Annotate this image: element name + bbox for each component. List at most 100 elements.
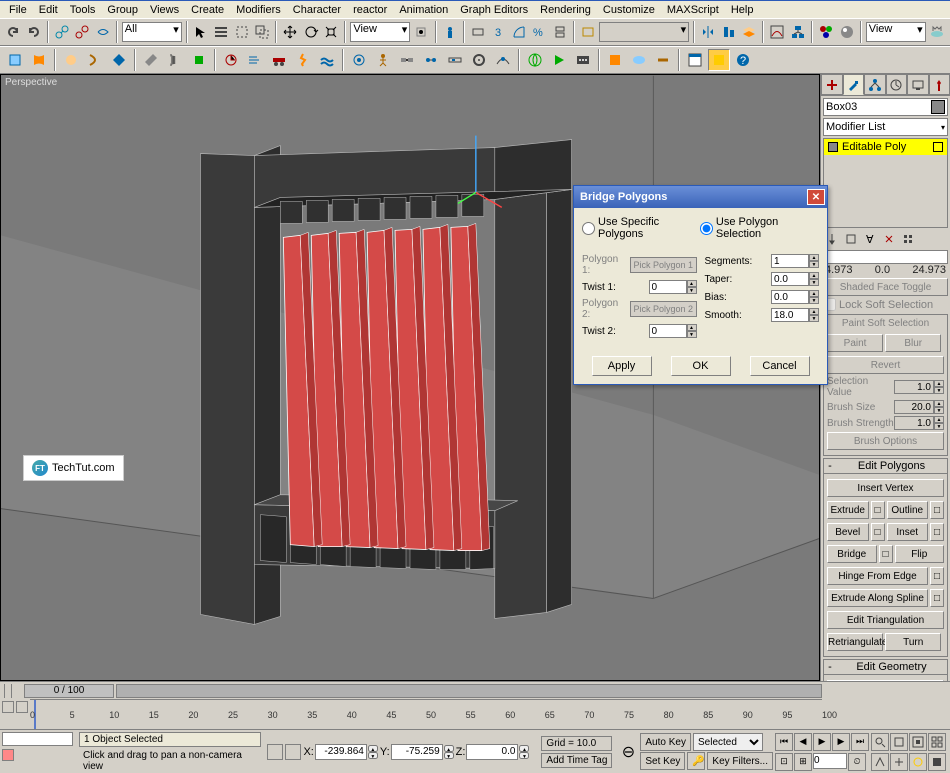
play-btn[interactable]: ▶ <box>813 733 831 751</box>
absolute-relative-icon[interactable] <box>285 744 301 760</box>
wind-btn[interactable] <box>244 49 266 71</box>
bevel-settings-btn[interactable]: □ <box>871 523 885 541</box>
zoom-extents-btn[interactable] <box>909 733 927 751</box>
twist1-input[interactable] <box>649 280 687 294</box>
curve-icon[interactable] <box>16 701 28 713</box>
paint-btn[interactable]: Paint <box>827 334 883 352</box>
time-track[interactable] <box>116 684 822 698</box>
menu-modifiers[interactable]: Modifiers <box>231 3 286 17</box>
modifier-editable-poly[interactable]: Editable Poly <box>824 139 947 155</box>
extrude-spline-btn[interactable]: Extrude Along Spline <box>827 589 928 607</box>
select-region-btn[interactable] <box>233 21 251 43</box>
listener-icon[interactable] <box>2 749 14 761</box>
arc-rotate-btn[interactable] <box>909 753 927 771</box>
menu-customize[interactable]: Customize <box>598 3 660 17</box>
rope-collection-btn[interactable] <box>84 49 106 71</box>
menu-tools[interactable]: Tools <box>65 3 101 17</box>
zoom-all-btn[interactable] <box>890 733 908 751</box>
menu-character[interactable]: Character <box>288 3 346 17</box>
segments-input[interactable] <box>771 254 809 268</box>
repeat-last-btn[interactable]: Repeat Last <box>827 680 944 681</box>
spinner-down[interactable]: ▼ <box>809 315 819 322</box>
create-tab[interactable] <box>821 74 843 95</box>
move-btn[interactable] <box>281 21 299 43</box>
inset-btn[interactable]: Inset <box>887 523 929 541</box>
spinner-snap-btn[interactable] <box>550 21 568 43</box>
menu-views[interactable]: Views <box>145 3 184 17</box>
zoom-extents-all-btn[interactable] <box>928 733 946 751</box>
track-view-icon[interactable] <box>2 701 14 713</box>
retriangulate-btn[interactable]: Retriangulate <box>827 633 883 651</box>
menu-maxscript[interactable]: MAXScript <box>662 3 724 17</box>
bevel-btn[interactable]: Bevel <box>827 523 869 541</box>
link-btn[interactable] <box>53 21 71 43</box>
lock-soft-checkbox[interactable]: Lock Soft Selection <box>823 298 948 311</box>
remove-mod-btn[interactable] <box>880 230 898 248</box>
spinner-up[interactable]: ▲ <box>934 400 944 407</box>
spinner-up[interactable]: ▲ <box>809 272 819 279</box>
apply-button[interactable]: Apply <box>592 356 652 376</box>
z-coord-input[interactable] <box>466 744 518 760</box>
object-name-field[interactable]: Box03 <box>823 98 948 116</box>
utilities-tab[interactable] <box>929 74 950 95</box>
spinner-up[interactable]: ▲ <box>687 324 697 331</box>
next-frame-btn[interactable]: ▶ <box>832 733 850 751</box>
quick-render-btn[interactable] <box>928 21 946 43</box>
pick-polygon2-btn[interactable]: Pick Polygon 2 <box>630 301 696 317</box>
menu-graph-editors[interactable]: Graph Editors <box>455 3 533 17</box>
key-mode-btn[interactable]: ⊡ <box>775 753 793 771</box>
edit-tri-btn[interactable]: Edit Triangulation <box>827 611 944 629</box>
show-end-result-btn[interactable] <box>842 230 860 248</box>
utilities-btn[interactable] <box>708 49 730 71</box>
insert-vertex-btn[interactable]: Insert Vertex <box>827 479 944 497</box>
auto-key-btn[interactable]: Auto Key <box>640 733 691 751</box>
brush-options-btn[interactable]: Brush Options <box>827 432 944 450</box>
spinner-up[interactable]: ▲ <box>368 745 378 752</box>
render-type[interactable]: View ▾ <box>866 22 926 42</box>
cloth-collection-btn[interactable] <box>28 49 50 71</box>
outline-settings-btn[interactable]: □ <box>930 501 944 519</box>
frame-input[interactable] <box>813 753 847 769</box>
x-coord-input[interactable] <box>315 744 367 760</box>
mirror-btn[interactable] <box>699 21 717 43</box>
extrude-btn[interactable]: Extrude <box>827 501 869 519</box>
water-btn[interactable] <box>316 49 338 71</box>
lock-icon[interactable]: ⊖ <box>618 736 638 768</box>
key-icon[interactable]: 🔑 <box>687 752 705 770</box>
lsd-btn[interactable] <box>188 49 210 71</box>
open-editor-btn[interactable] <box>684 49 706 71</box>
goto-end-btn[interactable]: ⏭ <box>851 733 869 751</box>
outline-btn[interactable]: Outline <box>887 501 929 519</box>
flip-btn[interactable]: Flip <box>895 545 945 563</box>
dm-collection-btn[interactable] <box>108 49 130 71</box>
bridge-settings-btn[interactable]: □ <box>879 545 893 563</box>
undo-btn[interactable] <box>4 21 22 43</box>
extrude-spline-settings-btn[interactable]: □ <box>930 589 944 607</box>
pan-btn[interactable] <box>890 753 908 771</box>
apply-rope-btn[interactable] <box>652 49 674 71</box>
spinner-up[interactable]: ▲ <box>444 745 454 752</box>
brush-size-input[interactable] <box>894 400 934 414</box>
scale-btn[interactable] <box>322 21 340 43</box>
create-anim-btn[interactable] <box>572 49 594 71</box>
select-by-name-btn[interactable] <box>212 21 230 43</box>
spinner-up[interactable]: ▲ <box>809 290 819 297</box>
bias-input[interactable] <box>771 290 809 304</box>
prismatic-btn[interactable] <box>444 49 466 71</box>
rotate-btn[interactable] <box>302 21 320 43</box>
modifier-list-dropdown[interactable]: Modifier List▾ <box>823 118 948 136</box>
percent-snap-btn[interactable]: % <box>530 21 548 43</box>
menu-group[interactable]: Group <box>102 3 143 17</box>
modifier-stack[interactable]: Editable Poly <box>823 138 948 228</box>
unlink-btn[interactable] <box>73 21 91 43</box>
modifier-vertex-icon[interactable] <box>933 142 943 152</box>
menu-edit[interactable]: Edit <box>34 3 63 17</box>
menu-rendering[interactable]: Rendering <box>535 3 596 17</box>
hinge-btn[interactable] <box>396 49 418 71</box>
ok-button[interactable]: OK <box>671 356 731 376</box>
curve-editor-btn[interactable] <box>768 21 786 43</box>
lock-selection-icon[interactable] <box>267 744 283 760</box>
taper-input[interactable] <box>771 272 809 286</box>
motor-btn[interactable] <box>220 49 242 71</box>
modifier-expand-icon[interactable] <box>828 142 838 152</box>
